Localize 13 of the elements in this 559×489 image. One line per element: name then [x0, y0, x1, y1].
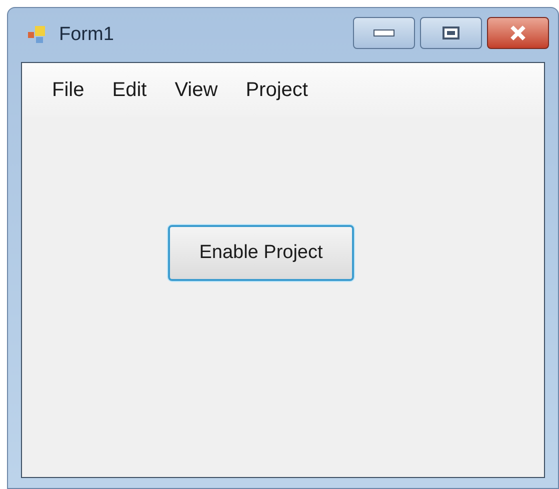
enable-project-button[interactable]: Enable Project	[168, 225, 354, 281]
minimize-button[interactable]	[353, 17, 415, 49]
maximize-icon	[442, 26, 460, 40]
close-icon	[509, 25, 527, 41]
menu-item[interactable]: View	[162, 71, 230, 109]
menu-item[interactable]: Edit	[100, 71, 159, 109]
menu-item[interactable]: File	[40, 71, 96, 109]
maximize-button[interactable]	[420, 17, 482, 49]
window-title: Form1	[59, 22, 114, 47]
minimize-icon	[373, 29, 395, 37]
app-icon	[28, 26, 48, 44]
close-button[interactable]	[487, 17, 549, 49]
menu-item[interactable]: Project	[234, 71, 320, 109]
